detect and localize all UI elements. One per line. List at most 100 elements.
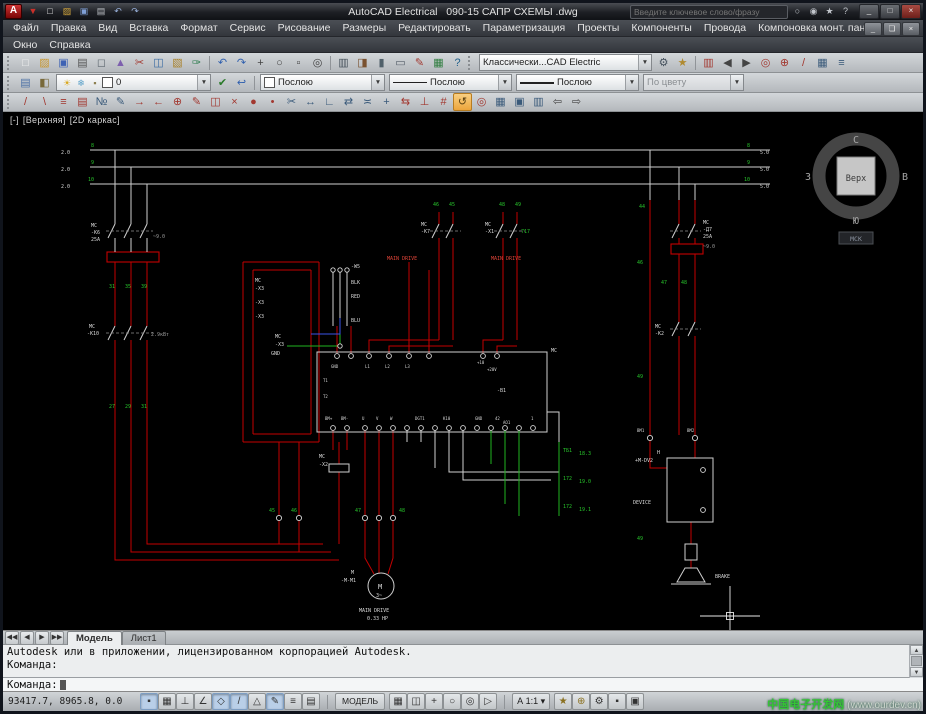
layer-properties-button[interactable]: ▤ — [16, 74, 35, 92]
ace-delete-component-button[interactable]: × — [225, 93, 244, 111]
ace-panel-layout-button[interactable]: ▦ — [813, 54, 832, 72]
workspace-switching-button[interactable]: ⚙ — [590, 693, 608, 710]
ace-insert-component-button[interactable]: ⊕ — [775, 54, 794, 72]
ace-surfer-button[interactable]: ◎ — [472, 93, 491, 111]
menu-item[interactable]: Сервис — [224, 21, 272, 35]
dyn-toggle[interactable]: ✎ — [266, 693, 284, 710]
menu-browser-button[interactable]: ▼ — [25, 4, 41, 19]
ace-insert-wire-button[interactable]: / — [16, 93, 35, 111]
child-minimize-button[interactable]: _ — [864, 22, 882, 36]
qp-toggle[interactable]: ▤ — [302, 693, 320, 710]
ace-bend-wire-button[interactable]: ∟ — [320, 93, 339, 111]
ace-stretch-wire-button[interactable]: ↔ — [301, 93, 320, 111]
workspace-dropdown[interactable]: Классически...CAD Electric▼ — [479, 54, 652, 71]
paste-button[interactable]: ▧ — [168, 54, 187, 72]
tab-first-button[interactable]: ◀◀ — [5, 631, 19, 645]
ace-insert-wire-button[interactable]: / — [794, 54, 813, 72]
ace-next-button[interactable]: ⇨ — [567, 93, 586, 111]
navwheel-east-label[interactable]: В — [902, 172, 908, 183]
polar-toggle[interactable]: ∠ — [194, 693, 212, 710]
command-history[interactable]: Autodesk или в приложении, лицензированн… — [3, 645, 923, 678]
quick-view-drawings-button[interactable]: ◫ — [407, 693, 425, 710]
ace-update-signal-button[interactable]: ↺ — [453, 93, 472, 111]
menu-item[interactable]: Редактировать — [392, 21, 477, 35]
layer-lock-icon[interactable]: ▪ — [88, 74, 102, 91]
navwheel-west-label[interactable]: З — [805, 172, 811, 183]
zoom-button[interactable]: ○ — [443, 693, 461, 710]
menu-item[interactable]: Провода — [698, 21, 752, 35]
menu-item[interactable]: Компоненты — [625, 21, 698, 35]
properties-button[interactable]: ▥ — [334, 54, 353, 72]
viewport-control[interactable]: [2D каркас] — [70, 115, 120, 125]
ace-reverse-block-button[interactable]: ⇆ — [396, 93, 415, 111]
save-button[interactable]: ▣ — [76, 4, 92, 19]
ace-align-button[interactable]: ≍ — [358, 93, 377, 111]
grid-toggle[interactable]: ▦ — [158, 693, 176, 710]
my-workspace-button[interactable]: ★ — [673, 54, 692, 72]
tab-last-button[interactable]: ▶▶ — [50, 631, 64, 645]
linetype-dropdown[interactable]: Послою▼ — [389, 74, 512, 91]
qnew-button[interactable]: □ — [42, 4, 58, 19]
plotstyle-dropdown[interactable]: По цвету▼ — [643, 74, 744, 91]
ace-multiple-bus-button[interactable]: ≡ — [54, 93, 73, 111]
ace-edit-component-button[interactable]: ✎ — [187, 93, 206, 111]
close-button[interactable]: × — [901, 4, 921, 19]
ace-copy-component-button[interactable]: ◫ — [206, 93, 225, 111]
menu-item[interactable]: Рисование — [272, 21, 337, 35]
otrack-toggle[interactable]: / — [230, 693, 248, 710]
open-button[interactable]: ▨ — [59, 4, 75, 19]
ortho-toggle[interactable]: ⊥ — [176, 693, 194, 710]
menu-item[interactable]: Правка — [45, 21, 92, 35]
redo-button[interactable]: ↷ — [232, 54, 251, 72]
maximize-button[interactable]: □ — [880, 4, 900, 19]
child-restore-button[interactable]: ❏ — [883, 22, 901, 36]
toolbar-grip[interactable] — [468, 56, 474, 70]
ace-move-component-button[interactable]: + — [377, 93, 396, 111]
viewport-control[interactable]: [-] — [10, 115, 19, 125]
layer-on-icon[interactable]: ☀ — [60, 74, 74, 91]
zoom-window-button[interactable]: ▫ — [289, 54, 308, 72]
menu-item[interactable]: Вид — [92, 21, 123, 35]
ace-project-manager-button[interactable]: ▥ — [699, 54, 718, 72]
layer-dropdown[interactable]: ☀❄▪ 0 ▼ — [56, 74, 211, 91]
coordinates-readout[interactable]: 93417.7, 8965.8, 0.0 — [8, 696, 136, 707]
cut-button[interactable]: ✂ — [130, 54, 149, 72]
menu-item[interactable]: Проекты — [571, 21, 625, 35]
ace-retag-button[interactable]: # — [434, 93, 453, 111]
tab-model[interactable]: Модель — [67, 631, 122, 645]
view-navigation-wheel[interactable]: Верх С В Ю З МСК — [805, 135, 908, 244]
match-properties-button[interactable]: ✑ — [187, 54, 206, 72]
make-object-layer-current-button[interactable]: ✔ — [213, 74, 232, 92]
ducs-toggle[interactable]: △ — [248, 693, 266, 710]
open-button[interactable]: ▨ — [35, 54, 54, 72]
undo-button[interactable]: ↶ — [213, 54, 232, 72]
ace-previous-drawing-button[interactable]: ◀ — [718, 54, 737, 72]
menu-item[interactable]: Размеры — [337, 21, 393, 35]
lwt-toggle[interactable]: ≡ — [284, 693, 302, 710]
qnew-button[interactable]: □ — [16, 54, 35, 72]
ace-destination-arrow-button[interactable]: ← — [149, 93, 168, 111]
ace-insert-ladder-button[interactable]: ▤ — [73, 93, 92, 111]
ace-surfer-button[interactable]: ◎ — [756, 54, 775, 72]
ace-reports-button[interactable]: ≡ — [832, 54, 851, 72]
clean-screen-button[interactable]: ▣ — [626, 693, 644, 710]
osnap-toggle[interactable]: ◇ — [212, 693, 230, 710]
steering-wheel-button[interactable]: ◎ — [461, 693, 479, 710]
tab-next-button[interactable]: ▶ — [35, 631, 49, 645]
ace-edit-wire-number-button[interactable]: ✎ — [111, 93, 130, 111]
favorites-icon[interactable]: ★ — [822, 4, 837, 19]
toolbar-grip[interactable] — [7, 76, 13, 90]
snap-toggle[interactable]: ▪ — [140, 693, 158, 710]
model-space-button[interactable]: МОДЕЛЬ — [335, 693, 385, 710]
ace-next-drawing-button[interactable]: ▶ — [737, 54, 756, 72]
command-input[interactable]: Команда: — [3, 678, 923, 692]
pan-button[interactable]: + — [425, 693, 443, 710]
save-button[interactable]: ▣ — [54, 54, 73, 72]
menu-item[interactable]: Справка — [43, 38, 96, 52]
design-center-button[interactable]: ◨ — [353, 54, 372, 72]
layer-freeze-icon[interactable]: ❄ — [74, 74, 88, 91]
menu-item[interactable]: Вставка — [123, 21, 174, 35]
scroll-up-icon[interactable]: ▲ — [910, 645, 923, 655]
help-button[interactable]: ? — [448, 54, 467, 72]
menu-item[interactable]: Формат — [174, 21, 223, 35]
